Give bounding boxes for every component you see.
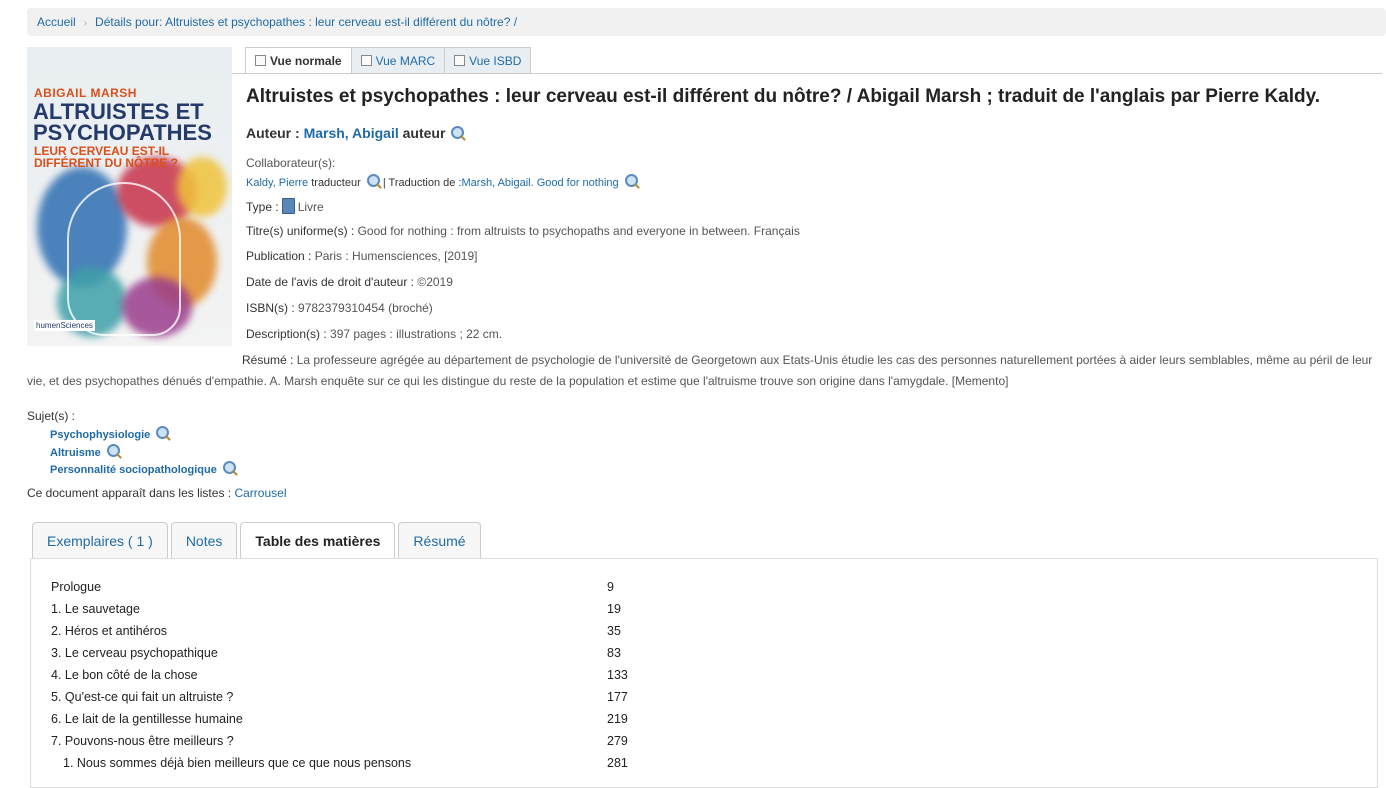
breadcrumb: Accueil › Détails pour: Altruistes et psyc… (27, 8, 1386, 36)
subject-link[interactable]: Altruisme (50, 447, 101, 459)
isbn-value: 9782379310454 (broché) (298, 301, 433, 315)
content-tabs: Exemplaires ( 1 ) Notes Table des matières… (32, 522, 484, 559)
translation-of-link[interactable]: Marsh, Abigail. Good for nothing (462, 177, 619, 189)
toc-chapter: 1. Le sauvetage (51, 602, 140, 616)
toc-chapter: 6. Le lait de la gentillesse humaine (51, 712, 243, 726)
toc-chapter: 3. Le cerveau psychopathique (51, 646, 218, 660)
toc-page: 35 (607, 624, 621, 638)
book-cover-image[interactable]: ABIGAIL MARSH ALTRUISTES ET PSYCHOPATHES… (27, 47, 232, 346)
lists-label: Ce document apparaît dans les listes : (27, 486, 232, 500)
view-tabs: Vue normale Vue MARC Vue ISBD (245, 47, 532, 73)
collaborator-link[interactable]: Kaldy, Pierre (246, 177, 308, 189)
toc-page: 281 (607, 756, 628, 770)
collaborators-label: Collaborateur(s): (246, 156, 336, 170)
description-value: 397 pages : illustrations ; 22 cm. (330, 327, 503, 341)
search-icon[interactable] (451, 126, 465, 139)
tab-label: Vue ISBD (469, 54, 522, 68)
toc-page: 133 (607, 668, 628, 682)
type-row: Type : Livre (246, 198, 324, 214)
tab-label: Vue normale (270, 54, 342, 68)
tab-label: Vue MARC (375, 54, 436, 68)
type-label: Type : (246, 200, 279, 214)
toc-page: 219 (607, 712, 628, 726)
tab-vue-marc[interactable]: Vue MARC (350, 47, 446, 73)
translation-of-label: | Traduction de : (382, 177, 462, 189)
subject-item: Personnalité sociopathologique (50, 461, 236, 479)
cover-title-line2: PSYCHOPATHES (33, 120, 212, 145)
cover-title: ALTRUISTES ET PSYCHOPATHES (33, 101, 212, 145)
document-icon (255, 55, 266, 66)
breadcrumb-current-link[interactable]: Détails pour: Altruistes et psychopathes… (95, 15, 517, 29)
card-icon (454, 55, 466, 66)
search-icon[interactable] (222, 461, 236, 474)
search-icon[interactable] (624, 174, 638, 187)
publication-value: Paris : Humensciences, [2019] (314, 249, 478, 263)
toc-chapter: 7. Pouvons-nous être meilleurs ? (51, 734, 234, 748)
lists-row: Ce document apparaît dans les listes : C… (27, 486, 287, 500)
toc-page: 9 (607, 580, 614, 594)
subject-item: Psychophysiologie (50, 426, 236, 444)
subject-link[interactable]: Psychophysiologie (50, 429, 150, 441)
divider (232, 73, 1382, 74)
toc-chapter: 2. Héros et antihéros (51, 624, 168, 638)
book-icon (281, 198, 295, 214)
copyright-label: Date de l'avis de droit d'auteur : (246, 275, 415, 289)
collaborator-role: traducteur (311, 177, 361, 189)
description-label: Description(s) : (246, 327, 327, 341)
toc-chapter: 1. Nous sommes déjà bien meilleurs que c… (63, 756, 412, 770)
breadcrumb-home-link[interactable]: Accueil (37, 15, 76, 29)
subject-item: Altruisme (50, 443, 236, 462)
copyright-value: ©2019 (417, 275, 453, 289)
cover-publisher-logo: humenSciences (34, 320, 95, 331)
tab-resume[interactable]: Résumé (398, 522, 481, 558)
publication-label: Publication : (246, 249, 312, 263)
toc-page: 19 (607, 602, 621, 616)
isbn-row: ISBN(s) : 9782379310454 (broché) (246, 301, 433, 315)
search-icon[interactable] (366, 174, 380, 187)
summary-row: Résumé : La professeure agrégée au dépar… (27, 350, 1377, 392)
author-role: auteur (402, 125, 446, 141)
summary-value: La professeure agrégée au département de… (27, 353, 1373, 388)
list-link[interactable]: Carrousel (234, 486, 286, 500)
author-label: Auteur : (246, 125, 300, 141)
tab-notes[interactable]: Notes (170, 522, 238, 558)
toc-page: 177 (607, 690, 628, 704)
toc-chapter: 4. Le bon côté de la chose (51, 668, 198, 682)
publication-row: Publication : Paris : Humensciences, [20… (246, 249, 477, 263)
cover-author: ABIGAIL MARSH (34, 86, 137, 100)
uniform-title-value: Good for nothing : from altruists to psy… (357, 224, 800, 238)
author-row: Auteur : Marsh, Abigail auteur (246, 125, 465, 141)
type-value: Livre (297, 200, 324, 214)
subjects-list: Psychophysiologie Altruisme Personnalité… (50, 426, 236, 479)
uniform-title-label: Titre(s) uniforme(s) : (246, 224, 355, 238)
author-link[interactable]: Marsh, Abigail (304, 125, 399, 141)
tab-vue-normale[interactable]: Vue normale (245, 47, 352, 73)
copyright-row: Date de l'avis de droit d'auteur : ©2019 (246, 275, 453, 289)
cover-subtitle: LEUR CERVEAU EST-IL DIFFÉRENT DU NÔTRE ? (34, 145, 178, 169)
search-icon[interactable] (156, 426, 170, 439)
uniform-title-row: Titre(s) uniforme(s) : Good for nothing … (246, 224, 800, 238)
toc-chapter: Prologue (51, 580, 102, 594)
isbn-label: ISBN(s) : (246, 301, 295, 315)
tab-panel (30, 558, 1378, 788)
subject-link[interactable]: Personnalité sociopathologique (50, 464, 217, 476)
toc-page: 279 (607, 734, 628, 748)
tab-table-des-matieres[interactable]: Table des matières (240, 522, 396, 559)
cover-head-silhouette (67, 182, 181, 336)
toc-chapter: 5. Qu'est-ce qui fait un altruiste ? (51, 690, 234, 704)
search-icon[interactable] (106, 443, 120, 457)
subjects-label: Sujet(s) : (27, 409, 76, 423)
grid-icon (360, 55, 372, 66)
description-row: Description(s) : 397 pages : illustratio… (246, 327, 502, 341)
tab-exemplaires[interactable]: Exemplaires ( 1 ) (32, 522, 168, 558)
tab-vue-isbd[interactable]: Vue ISBD (444, 47, 532, 73)
cover-subtitle-line2: DIFFÉRENT DU NÔTRE ? (34, 156, 178, 170)
summary-label: Résumé : (242, 353, 294, 367)
breadcrumb-separator: › (83, 18, 88, 29)
collaborators-row: Kaldy, Pierre traducteur | Traduction de… (246, 174, 638, 189)
record-title: Altruistes et psychopathes : leur cervea… (246, 86, 1321, 107)
toc-page: 83 (607, 646, 621, 660)
